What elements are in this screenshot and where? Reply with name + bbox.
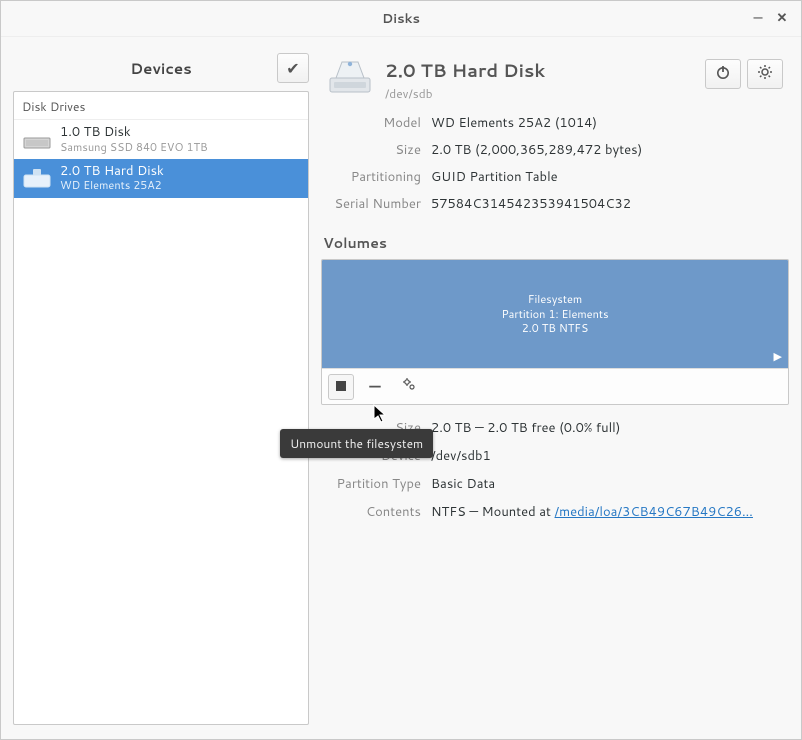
disk-device: /dev/sdb: [385, 85, 695, 102]
stop-icon: [335, 375, 347, 398]
devices-heading: Devices: [45, 58, 277, 79]
content: Devices ✔ Disk Drives 1.0 TB Disk Samsun…: [1, 37, 801, 739]
tooltip-unmount: Unmount the filesystem: [280, 429, 433, 458]
resize-handle-icon: ⋮⋮: [321, 398, 323, 404]
value-partition-type: Basic Data: [431, 475, 779, 493]
value-size: 2.0 TB (2,000,365,289,472 bytes): [431, 141, 779, 159]
volume-toolbar: —: [322, 368, 788, 404]
drive-settings-button[interactable]: [747, 59, 783, 89]
titlebar: Disks – ✕: [1, 1, 801, 37]
label-partition-type: Partition Type: [321, 475, 421, 493]
device-sub: WD Elements 25A2: [60, 179, 164, 192]
value-model: WD Elements 25A2 (1014): [431, 114, 779, 132]
power-button[interactable]: [705, 59, 741, 89]
device-text: 1.0 TB Disk Samsung SSD 840 EVO 1TB: [60, 125, 208, 154]
device-row-1tb[interactable]: 1.0 TB Disk Samsung SSD 840 EVO 1TB: [14, 120, 308, 159]
rescan-button[interactable]: ✔: [277, 53, 309, 83]
gear-icon: [757, 63, 773, 86]
unmount-button[interactable]: [328, 374, 354, 400]
window-title: Disks: [382, 10, 420, 28]
device-list: Disk Drives 1.0 TB Disk Samsung SSD 840 …: [13, 91, 309, 725]
check-icon: ✔: [286, 57, 299, 80]
label-contents: Contents: [321, 503, 421, 521]
disk-properties: Model WD Elements 25A2 (1014) Size 2.0 T…: [321, 114, 789, 223]
power-icon: [715, 63, 731, 86]
right-panel: 2.0 TB Hard Disk /dev/sdb: [321, 51, 789, 725]
volumes-heading: Volumes: [323, 233, 789, 253]
hdd-ext-icon: [22, 165, 52, 191]
caret-right-icon: ▶: [774, 348, 782, 364]
delete-partition-button[interactable]: —: [362, 374, 388, 400]
vol-line3: 2.0 TB NTFS: [522, 321, 589, 336]
value-serial: 57584C314542353941504C32: [431, 195, 779, 213]
volume-settings-button[interactable]: [396, 374, 422, 400]
value-vol-device: /dev/sdb1: [431, 447, 779, 465]
window: Disks – ✕ Devices ✔ Disk Drives: [0, 0, 802, 740]
section-disk-drives: Disk Drives: [14, 92, 308, 120]
label-serial: Serial Number: [321, 195, 421, 213]
value-vol-size: 2.0 TB — 2.0 TB free (0.0% full): [431, 419, 779, 437]
disk-header: 2.0 TB Hard Disk /dev/sdb: [321, 51, 789, 114]
disk-title-block: 2.0 TB Hard Disk /dev/sdb: [385, 55, 695, 102]
disk-actions: [705, 55, 783, 89]
left-header: Devices ✔: [13, 51, 309, 91]
label-model: Model: [321, 114, 421, 132]
label-partitioning: Partitioning: [321, 168, 421, 186]
label-size: Size: [321, 141, 421, 159]
minus-icon: —: [369, 375, 380, 398]
volume-details: Size 2.0 TB — 2.0 TB free (0.0% full) De…: [321, 405, 789, 531]
close-button[interactable]: ✕: [773, 9, 791, 27]
value-contents: NTFS — Mounted at /media/loa/3CB49C67B49…: [431, 503, 779, 521]
cursor-icon: [373, 404, 389, 430]
vol-line1: Filesystem: [528, 292, 582, 307]
mount-path-link[interactable]: /media/loa/3CB49C67B49C26…: [555, 503, 753, 521]
gears-icon: [401, 375, 417, 398]
contents-prefix: NTFS — Mounted at: [431, 503, 555, 521]
device-row-2tb[interactable]: 2.0 TB Hard Disk WD Elements 25A2: [14, 159, 308, 198]
device-sub: Samsung SSD 840 EVO 1TB: [60, 141, 208, 154]
volumes-area: ⋮⋮ Filesystem Partition 1: Elements 2.0 …: [321, 259, 789, 405]
disk-title: 2.0 TB Hard Disk: [385, 57, 695, 83]
device-text: 2.0 TB Hard Disk WD Elements 25A2: [60, 164, 164, 193]
hard-disk-icon: [325, 55, 375, 97]
left-panel: Devices ✔ Disk Drives 1.0 TB Disk Samsun…: [13, 51, 309, 725]
hdd-ssd-icon: [22, 126, 52, 152]
value-partitioning: GUID Partition Table: [431, 168, 779, 186]
vol-line2: Partition 1: Elements: [501, 307, 608, 322]
volume-partition-1[interactable]: Filesystem Partition 1: Elements 2.0 TB …: [322, 260, 788, 368]
minimize-button[interactable]: –: [749, 9, 767, 27]
